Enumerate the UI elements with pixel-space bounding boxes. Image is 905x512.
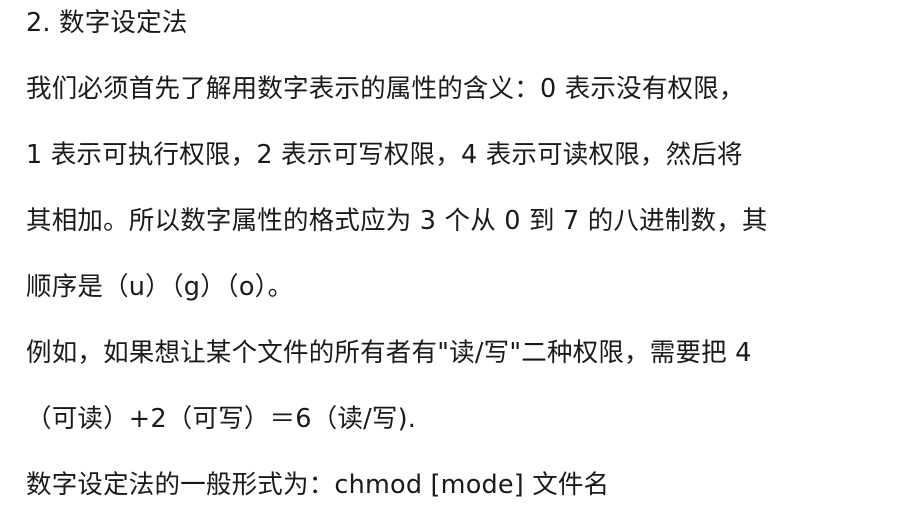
example-line-2: （可读）+2（可写）＝6（读/写).: [26, 404, 417, 434]
paragraph-line-2: 1 表示可执行权限，2 表示可写权限，4 表示可读权限，然后将: [26, 140, 743, 170]
general-form-line: 数字设定法的一般形式为：chmod [mode] 文件名: [26, 470, 610, 500]
paragraph-line-3: 其相加。所以数字属性的格式应为 3 个从 0 到 7 的八进制数，其: [26, 206, 768, 236]
paragraph-line-4: 顺序是（u）（g）（o）。: [26, 272, 294, 302]
example-line-1: 例如，如果想让某个文件的所有者有"读/写"二种权限，需要把 4: [26, 338, 752, 368]
section-heading: 2. 数字设定法: [26, 8, 188, 38]
paragraph-line-1: 我们必须首先了解用数字表示的属性的含义：0 表示没有权限，: [26, 74, 745, 104]
